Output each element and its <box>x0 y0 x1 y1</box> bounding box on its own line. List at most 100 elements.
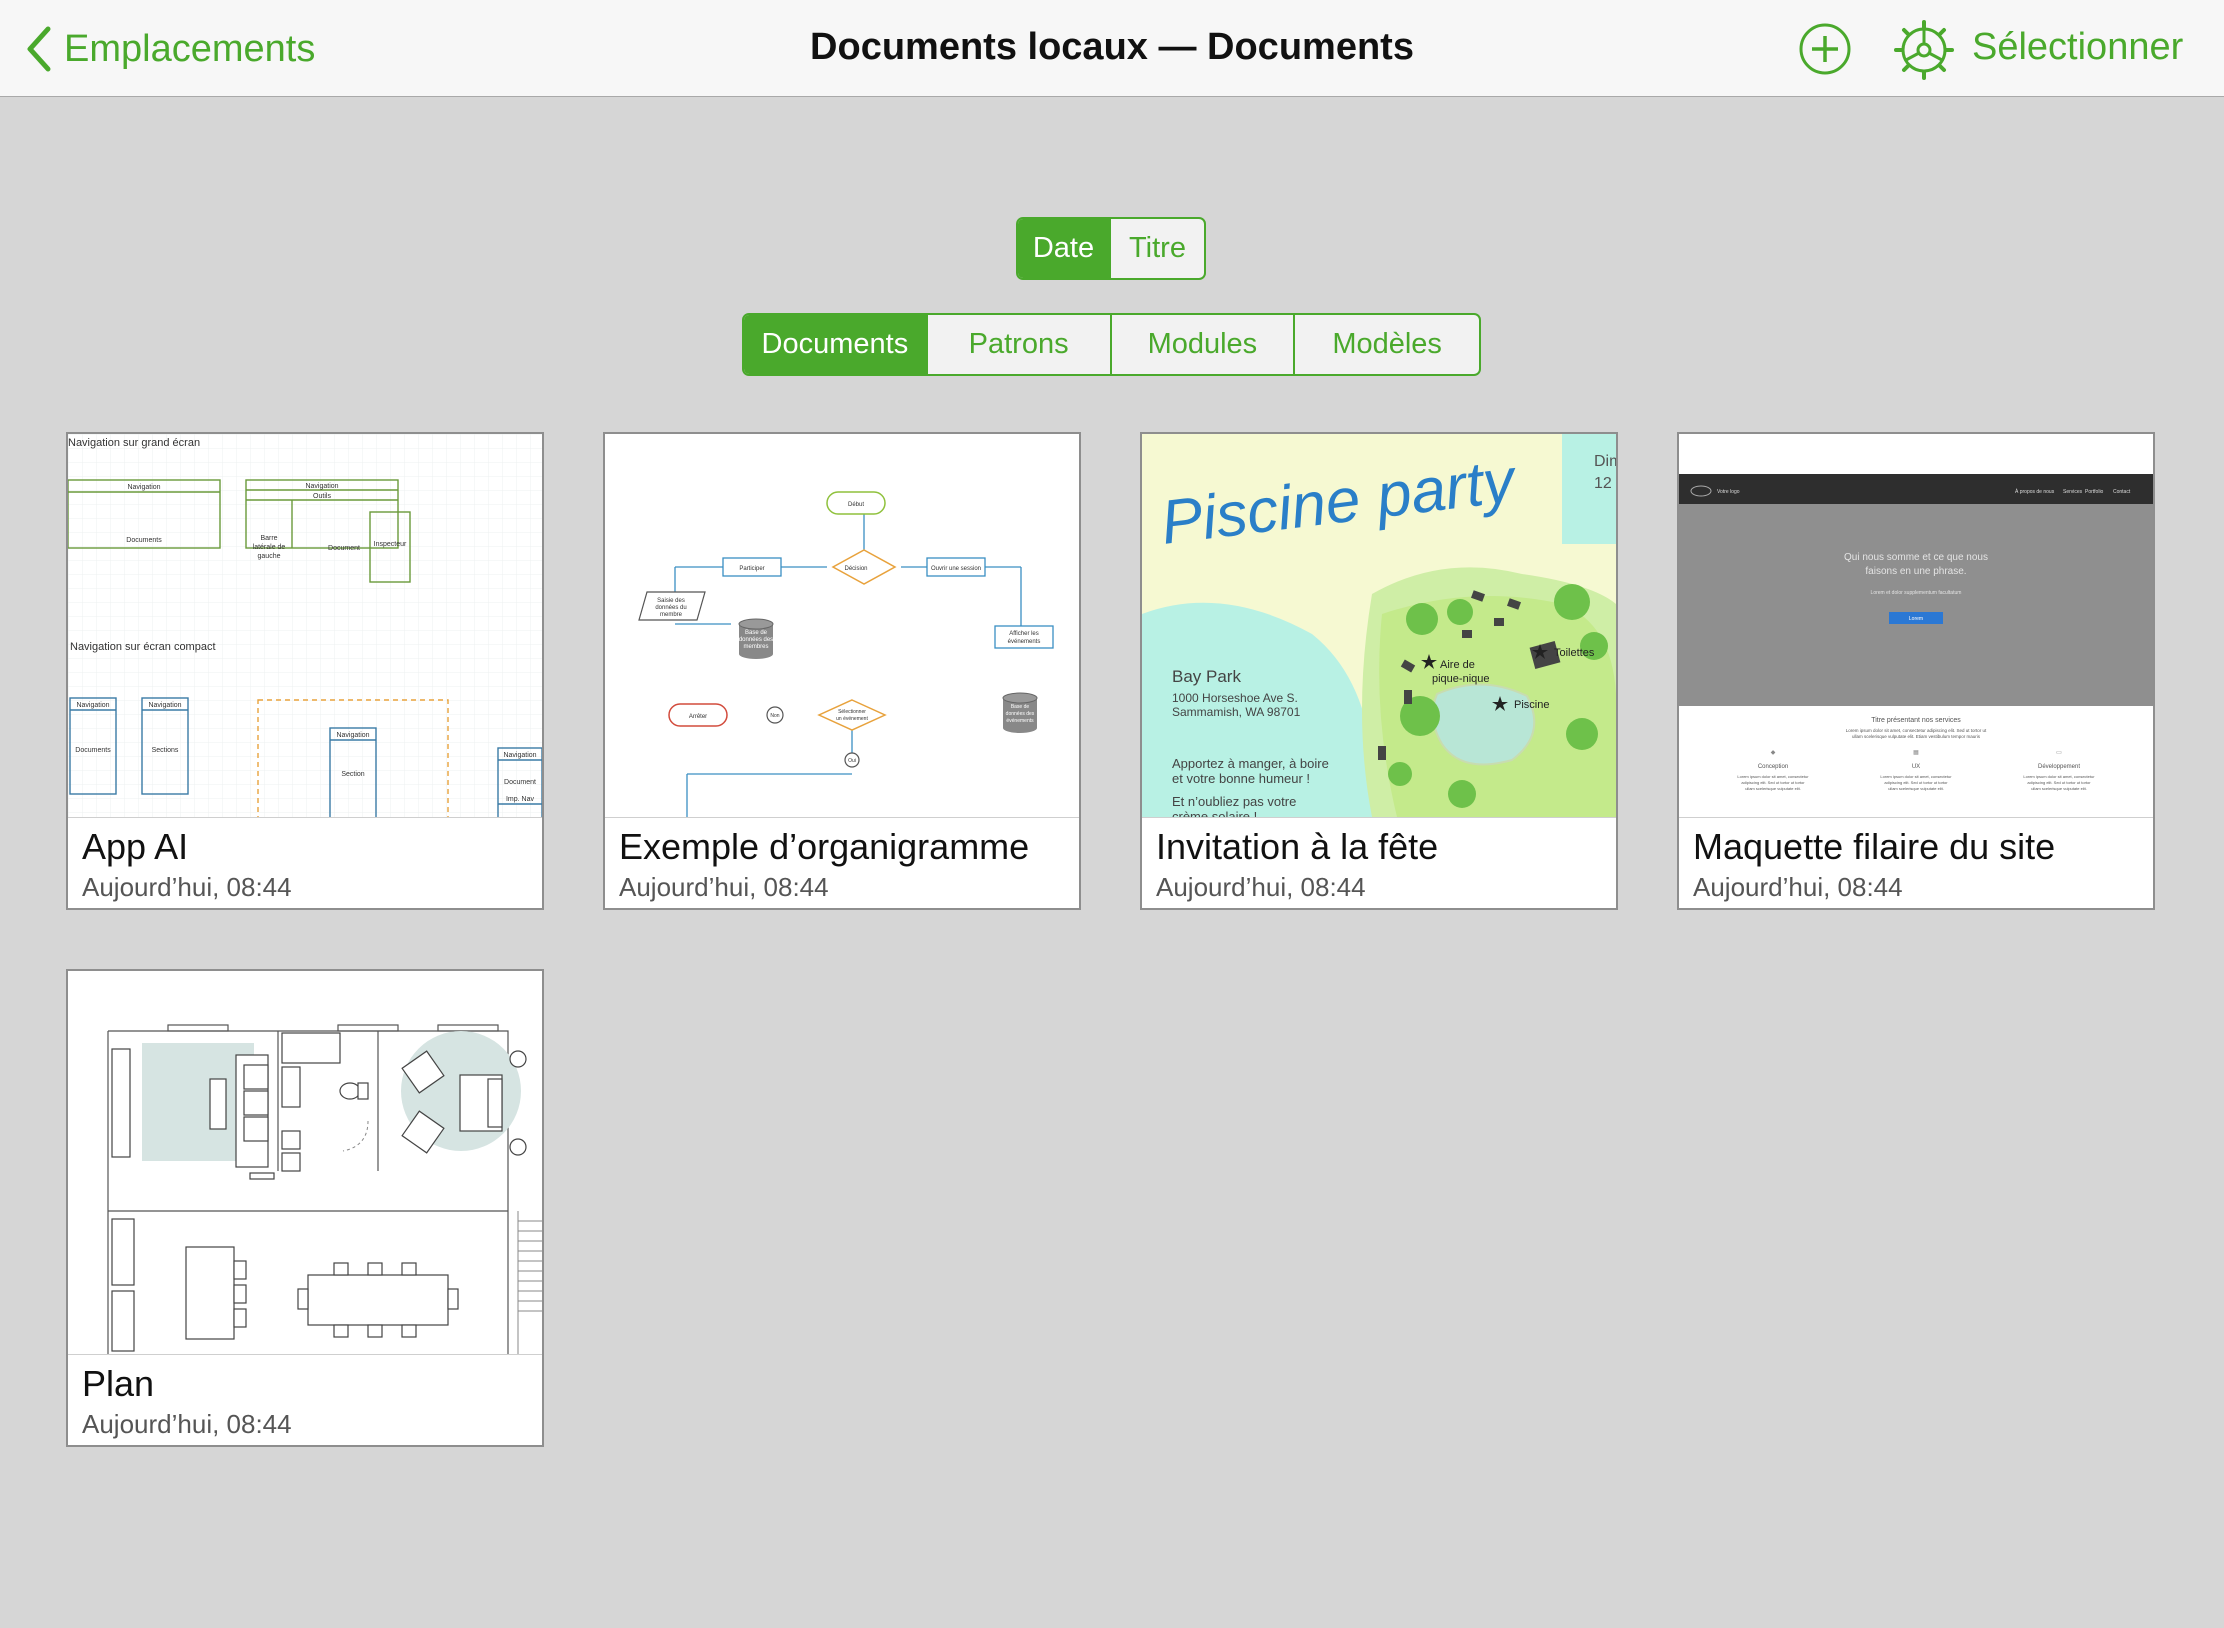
thumb-label: Imp. Nav <box>506 796 535 803</box>
site-col-text: adipiscing elit. Sed ut tortor ut tortor <box>2027 780 2091 785</box>
site-col-text: adipiscing elit. Sed ut tortor ut tortor <box>1884 780 1948 785</box>
thumb-label: Sections <box>152 747 179 754</box>
thumb-label: Barre <box>260 535 277 542</box>
site-col-icon: ▭ <box>2056 750 2062 756</box>
site-col-title: Conception <box>1758 764 1788 770</box>
flow-label-base: Base de <box>745 630 768 636</box>
document-title: Invitation à la fête <box>1156 826 1439 867</box>
flow-label-base: membres <box>743 644 768 650</box>
sort-option-date[interactable]: Date <box>1018 219 1111 278</box>
thumb-label: Document <box>504 779 536 786</box>
document-card-invitation[interactable]: Piscine party Dim 12 Bay Park 1000 Horse… <box>1140 432 1618 910</box>
thumb-label: gauche <box>258 553 281 560</box>
invitation-day-number: 12 <box>1594 475 1612 492</box>
site-col-icon: ◆ <box>1771 750 1776 756</box>
thumb-label: Outils <box>313 493 331 500</box>
select-button[interactable]: Sélectionner <box>1972 26 2183 69</box>
document-card-app-ai[interactable]: Navigation sur grand écran Navigation su… <box>66 432 544 910</box>
flow-label-selectionner: Sélectionner <box>838 709 866 715</box>
invitation-day: Dim <box>1594 453 1616 470</box>
thumb-label: Documents <box>75 747 111 754</box>
site-hero-sub: Lorem et dolor supplementum facultatum <box>1871 590 1962 596</box>
document-date: Aujourd’hui, 08:44 <box>1693 872 1903 902</box>
thumb-label: Navigation <box>76 702 109 709</box>
site-menu-item: Services <box>2063 489 2083 495</box>
document-caption: Invitation à la fête Aujourd’hui, 08:44 <box>1142 817 1616 908</box>
flow-label-base-evt: Base de <box>1011 704 1030 710</box>
site-services-text: ullam scelerisque vulputate elit. Etiam … <box>1852 734 1981 739</box>
document-date: Aujourd’hui, 08:44 <box>1156 872 1366 902</box>
document-thumbnail: Navigation sur grand écran Navigation su… <box>68 434 542 817</box>
flow-label-debut: Début <box>848 502 864 508</box>
flow-label-afficher: événements <box>1008 639 1041 645</box>
document-title: Exemple d’organigramme <box>619 826 1030 867</box>
flow-label-base: données des <box>739 637 773 643</box>
document-date: Aujourd’hui, 08:44 <box>619 872 829 902</box>
flow-label-base-evt: données des <box>1006 711 1035 717</box>
flow-label-participer: Participer <box>739 566 764 572</box>
site-col-title: UX <box>1912 764 1920 770</box>
thumb-label: Section <box>341 771 364 778</box>
site-hero: faisons en une phrase. <box>1865 566 1966 577</box>
site-col-title: Développement <box>2038 764 2080 770</box>
document-card-organigramme[interactable]: Début Participer Décision Ouvrir une ses… <box>603 432 1081 910</box>
invitation-text: crème solaire ! <box>1172 809 1257 817</box>
site-menu-item: Portfolio <box>2085 489 2104 495</box>
thumb-label: Document <box>328 545 360 552</box>
document-thumbnail: Piscine party Dim 12 Bay Park 1000 Horse… <box>1142 434 1616 817</box>
flow-label-saisie: membre <box>660 612 683 618</box>
document-title: Maquette filaire du site <box>1693 826 2056 867</box>
invitation-text: Apportez à manger, à boire <box>1172 756 1329 771</box>
thumb-label: Navigation <box>503 752 536 759</box>
site-col-text: Lorem ipsum dolor sit amet, consectetur <box>1880 774 1952 779</box>
site-hero: Qui nous somme et ce que nous <box>1844 552 1988 563</box>
invitation-place: Bay Park <box>1172 667 1241 686</box>
site-services-title: Titre présentant nos services <box>1871 717 1961 724</box>
flow-label-base-evt: événements <box>1006 718 1034 724</box>
document-thumbnail <box>68 971 542 1354</box>
navigation-bar: Emplacements Documents locaux — Document… <box>0 0 2224 97</box>
map-label-pool: Piscine <box>1514 699 1549 711</box>
document-date: Aujourd’hui, 08:44 <box>82 1409 292 1439</box>
site-menu-item: Contact <box>2113 489 2131 495</box>
site-col-text: ullam scelerisque vulputate elit. <box>1888 786 1944 791</box>
type-option-modeles[interactable]: Modèles <box>1295 315 1479 374</box>
site-col-text: ullam scelerisque vulputate elit. <box>2031 786 2087 791</box>
thumb-label: Navigation <box>148 702 181 709</box>
type-segmented-control: Documents Patrons Modules Modèles <box>742 313 1481 376</box>
invitation-text: Et n’oubliez pas votre <box>1172 794 1296 809</box>
document-title: App AI <box>82 826 189 867</box>
site-col-text: Lorem ipsum dolor sit amet, consectetur <box>1737 774 1809 779</box>
sort-option-title[interactable]: Titre <box>1111 219 1204 278</box>
thumb-label: Navigation <box>336 732 369 739</box>
flow-label-arreter: Arrêter <box>689 714 707 720</box>
type-option-modules[interactable]: Modules <box>1112 315 1296 374</box>
flow-label-non: Non <box>770 713 779 719</box>
invitation-text: et votre bonne humeur ! <box>1172 771 1310 786</box>
document-date: Aujourd’hui, 08:44 <box>82 872 292 902</box>
thumb-heading-large: Navigation sur grand écran <box>68 437 200 449</box>
type-option-patrons[interactable]: Patrons <box>928 315 1112 374</box>
flow-label-oui: Oui <box>848 758 856 764</box>
document-caption: Plan Aujourd’hui, 08:44 <box>68 1354 542 1445</box>
plus-circle-icon[interactable] <box>1798 22 1852 76</box>
thumb-label: Inspecteur <box>374 541 407 548</box>
flow-label-ouvrir: Ouvrir une session <box>931 566 981 572</box>
site-menu-item: À propos de nous <box>2015 488 2055 495</box>
invitation-address: Sammamish, WA 98701 <box>1172 705 1301 719</box>
gear-icon[interactable] <box>1894 20 1954 80</box>
document-caption: App AI Aujourd’hui, 08:44 <box>68 817 542 908</box>
type-option-documents[interactable]: Documents <box>744 315 928 374</box>
site-col-icon: ▦ <box>1913 750 1919 756</box>
flow-label-saisie: Saisie des <box>657 598 685 604</box>
invitation-address: 1000 Horseshoe Ave S. <box>1172 691 1298 705</box>
thumb-label: latérale de <box>253 544 286 551</box>
thumb-label: Navigation <box>305 483 338 490</box>
document-card-maquette[interactable]: Votre logo À propos de nous Services Por… <box>1677 432 2155 910</box>
document-thumbnail: Votre logo À propos de nous Services Por… <box>1679 434 2153 817</box>
thumb-label: Navigation <box>127 484 160 491</box>
document-caption: Maquette filaire du site Aujourd’hui, 08… <box>1679 817 2153 908</box>
site-col-text: Lorem ipsum dolor sit amet, consectetur <box>2023 774 2095 779</box>
thumb-heading-compact: Navigation sur écran compact <box>70 641 216 653</box>
document-card-plan[interactable]: Plan Aujourd’hui, 08:44 <box>66 969 544 1447</box>
